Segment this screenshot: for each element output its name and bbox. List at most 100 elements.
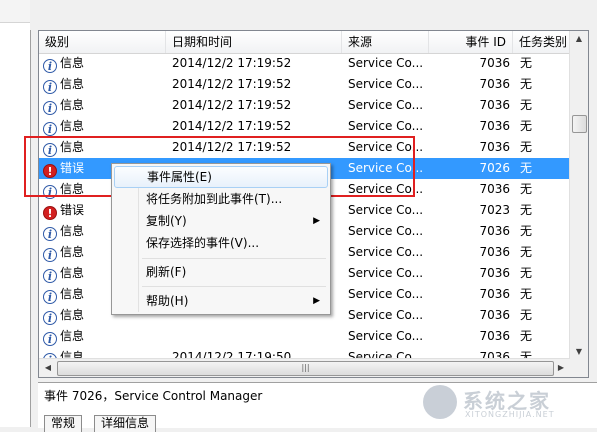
level-text: 信息 xyxy=(60,77,85,91)
level-text: 信息 xyxy=(60,224,85,238)
cell-task: 无 xyxy=(520,56,533,70)
menu-label: 帮助(H) xyxy=(146,294,189,308)
cell-task: 无 xyxy=(520,224,533,238)
grip-icon: ||| xyxy=(301,363,310,372)
cell-event-id: 7036 xyxy=(479,287,510,301)
scroll-down-arrow-icon[interactable]: ▼ xyxy=(570,344,588,360)
level-text: 信息 xyxy=(60,56,85,70)
column-event-id[interactable]: 事件 ID xyxy=(429,31,513,53)
cell-event-id: 7036 xyxy=(479,182,510,196)
level-text: 信息 xyxy=(60,98,85,112)
menu-separator xyxy=(142,286,326,287)
vertical-scrollbar[interactable]: ▲ ▼ xyxy=(569,31,588,360)
menu-item-save-selected[interactable]: 保存选择的事件(V)... xyxy=(114,232,328,254)
cell-event-id: 7036 xyxy=(479,140,510,154)
tab-general[interactable]: 常规 xyxy=(44,415,83,432)
info-icon: i xyxy=(43,59,57,73)
cell-level: i信息 xyxy=(43,53,163,74)
watermark: 系统之家 XITONGZHIJIA.NET xyxy=(423,383,593,423)
scroll-left-arrow-icon[interactable]: ◀ xyxy=(39,360,57,376)
menu-label: 刷新(F) xyxy=(146,265,187,279)
column-date[interactable]: 日期和时间 xyxy=(166,31,342,53)
menu-item-refresh[interactable]: 刷新(F) xyxy=(114,261,328,283)
cell-source: Service Co... xyxy=(348,56,422,70)
horizontal-scrollbar[interactable]: ◀ ||| ▶ xyxy=(39,358,570,377)
menu-label: 将任务附加到此事件(T)... xyxy=(146,192,283,206)
cell-event-id: 7026 xyxy=(479,161,510,175)
cell-event-id: 7036 xyxy=(479,56,510,70)
cell-source: Service Co... xyxy=(348,98,422,112)
cell-task: 无 xyxy=(520,140,533,154)
info-icon: i xyxy=(43,143,57,157)
menu-item-attach-task[interactable]: 将任务附加到此事件(T)... xyxy=(114,188,328,210)
tab-details[interactable]: 详细信息 xyxy=(94,415,157,432)
level-text: 错误 xyxy=(60,203,85,217)
vertical-scroll-thumb[interactable] xyxy=(572,115,587,133)
info-icon: i xyxy=(43,122,57,136)
menu-item-event-properties[interactable]: 事件属性(E) xyxy=(114,166,328,188)
cell-date: 2014/12/2 17:19:52 xyxy=(172,119,292,133)
scroll-up-arrow-icon[interactable]: ▲ xyxy=(570,31,588,47)
cell-task: 无 xyxy=(520,119,533,133)
horizontal-scroll-thumb[interactable]: ||| xyxy=(57,361,554,376)
watermark-logo-icon xyxy=(423,385,457,419)
info-icon: i xyxy=(43,290,57,304)
menu-label: 复制(Y) xyxy=(146,214,187,228)
list-header: 级别 日期和时间 来源 事件 ID 任务类别 xyxy=(39,31,570,54)
table-row[interactable]: i 信息 Service Co... 7036 无 xyxy=(39,326,570,347)
cell-event-id: 7036 xyxy=(479,119,510,133)
table-row[interactable]: i 信息 2014/12/2 17:19:52 Service Co... 7036 无 xyxy=(39,74,570,95)
cell-level: i信息 xyxy=(43,326,163,347)
cell-level: i信息 xyxy=(43,137,163,158)
context-menu: 事件属性(E) 将任务附加到此事件(T)... 复制(Y) ▶ 保存选择的事件(V… xyxy=(111,163,331,315)
cell-task: 无 xyxy=(520,161,533,175)
table-row[interactable]: i 信息 2014/12/2 17:19:52 Service Co... 7036 无 xyxy=(39,116,570,137)
table-row[interactable]: i 信息 2014/12/2 17:19:52 Service Co... 7036 无 xyxy=(39,137,570,158)
cell-source: Service Co... xyxy=(348,287,422,301)
level-text: 信息 xyxy=(60,182,85,196)
cell-event-id: 7023 xyxy=(479,203,510,217)
column-source[interactable]: 来源 xyxy=(342,31,429,53)
cell-task: 无 xyxy=(520,266,533,280)
cell-event-id: 7036 xyxy=(479,245,510,259)
level-text: 信息 xyxy=(60,287,85,301)
cell-source: Service Co... xyxy=(348,161,422,175)
details-title: 事件 7026，Service Control Manager xyxy=(44,389,263,403)
cell-event-id: 7036 xyxy=(479,329,510,343)
cell-source: Service Co... xyxy=(348,266,422,280)
cell-event-id: 7036 xyxy=(479,266,510,280)
info-icon: i xyxy=(43,248,57,262)
cell-date: 2014/12/2 17:19:52 xyxy=(172,140,292,154)
cell-task: 无 xyxy=(520,182,533,196)
error-icon: ! xyxy=(43,164,57,178)
level-text: 信息 xyxy=(60,329,85,343)
info-icon: i xyxy=(43,80,57,94)
level-text: 信息 xyxy=(60,308,85,322)
cell-source: Service Co... xyxy=(348,77,422,91)
level-text: 信息 xyxy=(60,119,85,133)
top-strip xyxy=(30,0,597,30)
cell-task: 无 xyxy=(520,203,533,217)
watermark-subtext: XITONGZHIJIA.NET xyxy=(465,410,555,419)
scroll-right-arrow-icon[interactable]: ▶ xyxy=(552,360,570,376)
cell-task: 无 xyxy=(520,77,533,91)
left-pane-header xyxy=(0,0,30,23)
menu-label: 保存选择的事件(V)... xyxy=(146,236,260,250)
info-icon: i xyxy=(43,269,57,283)
column-level[interactable]: 级别 xyxy=(39,31,166,53)
menu-item-help[interactable]: 帮助(H) ▶ xyxy=(114,290,328,312)
chevron-right-icon: ▶ xyxy=(313,296,320,306)
column-task-category[interactable]: 任务类别 xyxy=(513,31,570,53)
cell-date xyxy=(172,326,340,347)
cell-task: 无 xyxy=(520,98,533,112)
table-row[interactable]: i 信息 2014/12/2 17:19:52 Service Co... 7036 无 xyxy=(39,95,570,116)
menu-item-copy[interactable]: 复制(Y) ▶ xyxy=(114,210,328,232)
cell-source: Service Co... xyxy=(348,308,422,322)
cell-event-id: 7036 xyxy=(479,308,510,322)
cell-date: 2014/12/2 17:19:52 xyxy=(172,56,292,70)
cell-level: i信息 xyxy=(43,95,163,116)
cell-task: 无 xyxy=(520,245,533,259)
chevron-right-icon: ▶ xyxy=(313,216,320,226)
table-row[interactable]: i 信息 2014/12/2 17:19:52 Service Co... 7036 无 xyxy=(39,53,570,74)
cell-date: 2014/12/2 17:19:52 xyxy=(172,98,292,112)
